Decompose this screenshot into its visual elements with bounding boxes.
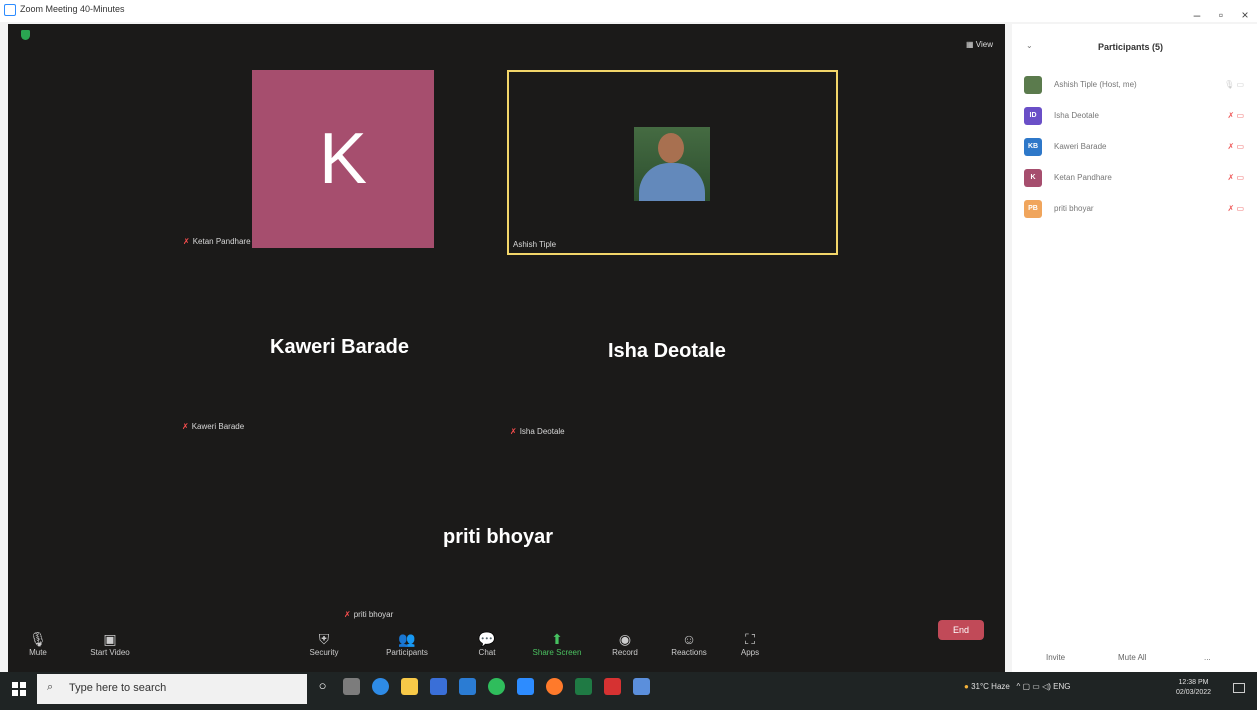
participant-status-icons: ✗ ▭: [1227, 173, 1244, 182]
participant-name: Ashish Tiple (Host, me): [1054, 80, 1137, 89]
participant-row[interactable]: PB priti bhoyar ✗ ▭: [1024, 200, 1244, 220]
meeting-area: ▦ View K ✗ Ketan Pandhare Ashish Tiple Ka…: [8, 24, 1005, 672]
kaweri-big-name: Kaweri Barade: [270, 336, 409, 358]
priti-name-tag: ✗ priti bhoyar: [344, 610, 394, 619]
isha-big-name: Isha Deotale: [608, 340, 726, 362]
title-bar: Zoom Meeting 40-Minutes: [0, 0, 1257, 22]
invite-button[interactable]: Invite: [1046, 653, 1065, 662]
participant-status-icons: 🎙 ▭: [1224, 80, 1244, 89]
meeting-toolbar: 🎙 Mute ▣ Start Video ⛨ Security 👥 Participan…: [8, 630, 1005, 672]
participant-row[interactable]: KB Kaweri Barade ✗ ▭: [1024, 138, 1244, 158]
edge-icon[interactable]: [372, 678, 389, 695]
share-screen-button[interactable]: ⬆ Share Screen: [522, 630, 592, 657]
search-icon: ⌕: [47, 681, 54, 693]
ashish-name-tag: Ashish Tiple: [513, 240, 557, 249]
tray-icons[interactable]: ^ ▢ ▭ ◁): [1012, 682, 1051, 691]
muted-mic-icon: ✗: [344, 610, 351, 619]
participants-button[interactable]: 👥 Participants: [372, 630, 442, 657]
ketan-name-tag: ✗ Ketan Pandhare: [183, 237, 251, 246]
view-button[interactable]: ▦ View: [966, 40, 993, 49]
kaweri-name-tag: ✗ Kaweri Barade: [182, 422, 245, 431]
participants-icon: 👥: [398, 631, 416, 647]
clock-date: 02/03/2022: [1176, 689, 1212, 696]
muted-mic-icon: ✗: [183, 237, 190, 246]
participant-name: Isha Deotale: [1054, 111, 1099, 120]
ketan-avatar-tile[interactable]: K: [252, 70, 434, 248]
taskbar-app-icons: ○: [314, 678, 650, 706]
shield-icon: ⛨: [318, 631, 330, 647]
avatar: KB: [1024, 138, 1042, 156]
start-video-button[interactable]: ▣ Start Video: [75, 630, 145, 657]
view-label: View: [975, 40, 993, 49]
video-off-icon: ▣: [103, 631, 117, 647]
whatsapp-icon[interactable]: [488, 678, 505, 695]
apps-button[interactable]: ⛶ Apps: [715, 630, 785, 657]
taskbar-search-input[interactable]: ⌕ Type here to search: [37, 674, 307, 704]
participant-row[interactable]: K Ketan Pandhare ✗ ▭: [1024, 169, 1244, 189]
participant-name: priti bhoyar: [1054, 204, 1094, 213]
muted-mic-icon: ✗: [510, 427, 517, 436]
chevron-down-icon[interactable]: ⌄: [1026, 41, 1033, 50]
excel-icon[interactable]: [575, 678, 592, 695]
security-button[interactable]: ⛨ Security: [289, 630, 359, 657]
more-options-button[interactable]: ...: [1204, 653, 1211, 662]
photo-head: [658, 133, 684, 163]
acrobat-icon[interactable]: [604, 678, 621, 695]
avatar: K: [1024, 169, 1042, 187]
grid-icon: ▦: [966, 40, 976, 49]
weather-icon: ●: [964, 682, 969, 691]
zoom-taskbar-icon[interactable]: [517, 678, 534, 695]
participants-title: Participants (5): [1098, 42, 1164, 52]
participant-name: Kaweri Barade: [1054, 142, 1107, 151]
windows-start-icon[interactable]: [12, 682, 26, 696]
zoom-app-icon: [4, 4, 16, 16]
participant-status-icons: ✗ ▭: [1227, 204, 1244, 213]
photo-shirt: [639, 163, 705, 201]
end-button[interactable]: End: [938, 620, 984, 640]
avatar: ID: [1024, 107, 1042, 125]
reactions-icon: ☺: [681, 631, 697, 647]
record-button[interactable]: ◉ Record: [590, 630, 660, 657]
firefox-icon[interactable]: [546, 678, 563, 695]
record-icon: ◉: [618, 631, 632, 647]
search-placeholder: Type here to search: [69, 682, 167, 694]
windows-taskbar: ⌕ Type here to search ○ ● 31°C Haze ^ ▢ …: [0, 672, 1257, 710]
ashish-video-tile[interactable]: Ashish Tiple: [507, 70, 838, 255]
store-icon[interactable]: [430, 678, 447, 695]
avatar: PB: [1024, 200, 1042, 218]
participants-panel: ⌄ Participants (5) Ashish Tiple (Host, m…: [1012, 24, 1257, 672]
isha-name-tag: ✗ Isha Deotale: [510, 427, 565, 436]
cortana-icon[interactable]: ○: [314, 678, 331, 695]
apps-icon: ⛶: [745, 631, 755, 647]
ashish-profile-photo: [634, 127, 710, 201]
window-title: Zoom Meeting 40-Minutes: [20, 4, 125, 14]
language-indicator[interactable]: ENG: [1053, 682, 1070, 691]
weather-text[interactable]: 31°C Haze: [971, 682, 1010, 691]
share-screen-icon: ⬆: [551, 631, 563, 647]
system-tray: ● 31°C Haze ^ ▢ ▭ ◁) ENG: [964, 682, 1070, 691]
muted-mic-icon: ✗: [182, 422, 189, 431]
participant-row[interactable]: Ashish Tiple (Host, me) 🎙 ▭: [1024, 76, 1244, 96]
participant-row[interactable]: ID Isha Deotale ✗ ▭: [1024, 107, 1244, 127]
mute-button[interactable]: 🎙 Mute: [3, 630, 73, 657]
task-view-icon[interactable]: [343, 678, 360, 695]
mute-all-button[interactable]: Mute All: [1118, 653, 1146, 662]
photos-icon[interactable]: [633, 678, 650, 695]
participant-name: Ketan Pandhare: [1054, 173, 1112, 182]
mail-icon[interactable]: [459, 678, 476, 695]
notification-icon[interactable]: [1233, 683, 1245, 693]
priti-big-name: priti bhoyar: [443, 526, 554, 548]
clock[interactable]: 12:38 PM 02/03/2022: [1176, 678, 1211, 698]
chat-button[interactable]: 💬 Chat: [452, 630, 522, 657]
participant-status-icons: ✗ ▭: [1227, 142, 1244, 151]
clock-time: 12:38 PM: [1178, 679, 1209, 686]
chat-icon: 💬: [478, 631, 496, 647]
file-explorer-icon[interactable]: [401, 678, 418, 695]
reactions-button[interactable]: ☺ Reactions: [654, 630, 724, 657]
avatar: [1024, 76, 1042, 94]
encryption-shield-icon[interactable]: [21, 30, 30, 40]
mic-icon: 🎙: [29, 631, 47, 647]
participant-status-icons: ✗ ▭: [1227, 111, 1244, 120]
